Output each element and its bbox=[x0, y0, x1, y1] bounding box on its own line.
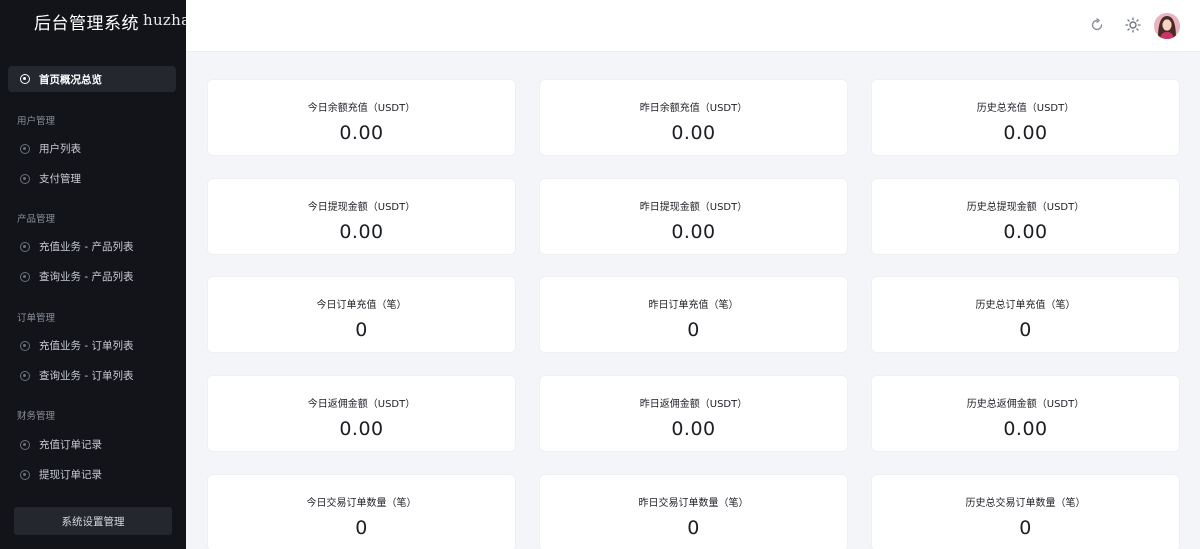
stat-card: 昨日提现金额（USDT） 0.00 bbox=[540, 179, 847, 254]
stat-card: 今日订单充值（笔） 0 bbox=[208, 277, 515, 352]
stat-label: 昨日返佣金额（USDT） bbox=[639, 399, 748, 410]
stat-value: 0.00 bbox=[1003, 221, 1048, 243]
system-settings-button[interactable]: 系统设置管理 bbox=[14, 507, 172, 535]
radio-dot-icon bbox=[20, 370, 30, 381]
stat-label: 历史总提现金额（USDT） bbox=[966, 202, 1085, 213]
stat-label: 历史总充值（USDT） bbox=[976, 103, 1075, 114]
radio-dot-icon bbox=[20, 271, 30, 282]
sidebar-item-recharge-orders[interactable]: 充值业务 - 订单列表 bbox=[20, 338, 133, 353]
stat-value: 0 bbox=[687, 319, 700, 341]
sidebar-item-query-orders[interactable]: 查询业务 - 订单列表 bbox=[20, 368, 133, 383]
radio-dot-icon bbox=[20, 469, 30, 480]
sidebar-item-label: 支付管理 bbox=[39, 173, 81, 185]
stat-card: 昨日余额充值（USDT） 0.00 bbox=[540, 80, 847, 155]
stat-value: 0.00 bbox=[339, 418, 384, 440]
stat-value: 0.00 bbox=[1003, 122, 1048, 144]
stat-card: 今日提现金额（USDT） 0.00 bbox=[208, 179, 515, 254]
stat-value: 0 bbox=[355, 319, 368, 341]
radio-dot-icon bbox=[20, 143, 30, 154]
stat-label: 今日返佣金额（USDT） bbox=[307, 399, 416, 410]
stat-value: 0.00 bbox=[671, 418, 716, 440]
radio-dot-icon bbox=[20, 241, 30, 252]
radio-dot-icon bbox=[20, 340, 30, 351]
stat-card: 昨日交易订单数量（笔） 0 bbox=[540, 475, 847, 549]
stat-value: 0.00 bbox=[1003, 418, 1048, 440]
stat-label: 今日交易订单数量（笔） bbox=[306, 498, 417, 509]
stat-label: 今日提现金额（USDT） bbox=[307, 202, 416, 213]
stat-card: 今日余额充值（USDT） 0.00 bbox=[208, 80, 515, 155]
nav-group-title-finance: 财务管理 bbox=[17, 411, 56, 422]
sidebar-item-recharge-products[interactable]: 充值业务 - 产品列表 bbox=[20, 239, 133, 254]
radio-dot-icon bbox=[20, 173, 30, 184]
sidebar-item-label: 查询业务 - 产品列表 bbox=[39, 271, 134, 283]
stat-value: 0 bbox=[1019, 517, 1032, 539]
stat-label: 昨日交易订单数量（笔） bbox=[638, 498, 749, 509]
sidebar-item-label: 充值订单记录 bbox=[39, 439, 102, 451]
nav-group-title-products: 产品管理 bbox=[17, 214, 56, 225]
sidebar-item-recharge-records[interactable]: 充值订单记录 bbox=[20, 437, 102, 452]
app-title: 后台管理系统 bbox=[34, 14, 139, 34]
sidebar-item-label: 充值业务 - 产品列表 bbox=[39, 241, 134, 253]
stat-label: 历史总交易订单数量（笔） bbox=[965, 498, 1086, 509]
stat-card: 历史总订单充值（笔） 0 bbox=[872, 277, 1179, 352]
stat-label: 历史总返佣金额（USDT） bbox=[966, 399, 1085, 410]
stat-card: 历史总充值（USDT） 0.00 bbox=[872, 80, 1179, 155]
radio-dot-icon bbox=[20, 74, 30, 84]
stat-value: 0.00 bbox=[339, 221, 384, 243]
sidebar-item-dashboard[interactable]: 首页概况总览 bbox=[8, 66, 176, 92]
stat-value: 0 bbox=[1019, 319, 1032, 341]
stat-label: 今日订单充值（笔） bbox=[316, 300, 407, 311]
stat-card: 历史总返佣金额（USDT） 0.00 bbox=[872, 376, 1179, 451]
top-header bbox=[186, 0, 1200, 52]
stat-value: 0 bbox=[355, 517, 368, 539]
stat-value: 0 bbox=[687, 517, 700, 539]
sidebar-item-payment[interactable]: 支付管理 bbox=[20, 171, 81, 186]
stat-value: 0.00 bbox=[671, 221, 716, 243]
stat-card: 历史总交易订单数量（笔） 0 bbox=[872, 475, 1179, 549]
stat-label: 昨日余额充值（USDT） bbox=[639, 103, 748, 114]
sun-icon[interactable] bbox=[1125, 17, 1141, 33]
stat-label: 今日余额充值（USDT） bbox=[307, 103, 416, 114]
stat-label: 昨日提现金额（USDT） bbox=[639, 202, 748, 213]
stat-card: 今日交易订单数量（笔） 0 bbox=[208, 475, 515, 549]
stat-card: 昨日返佣金额（USDT） 0.00 bbox=[540, 376, 847, 451]
sidebar-item-withdraw-records[interactable]: 提现订单记录 bbox=[20, 467, 102, 482]
refresh-icon[interactable] bbox=[1089, 17, 1105, 33]
stat-label: 昨日订单充值（笔） bbox=[648, 300, 739, 311]
stat-card: 历史总提现金额（USDT） 0.00 bbox=[872, 179, 1179, 254]
nav-group-title-users: 用户管理 bbox=[17, 116, 56, 127]
stat-value: 0.00 bbox=[671, 122, 716, 144]
sidebar-item-label: 查询业务 - 订单列表 bbox=[39, 370, 134, 382]
stat-card: 昨日订单充值（笔） 0 bbox=[540, 277, 847, 352]
sidebar-item-label: 首页概况总览 bbox=[39, 73, 102, 86]
nav-group-title-orders: 订单管理 bbox=[17, 313, 56, 324]
sidebar-item-label: 用户列表 bbox=[39, 143, 81, 155]
user-avatar[interactable] bbox=[1154, 13, 1180, 39]
radio-dot-icon bbox=[20, 439, 30, 450]
sidebar-item-user-list[interactable]: 用户列表 bbox=[20, 141, 81, 156]
sidebar: 后台管理系统 huzhan.com/ishop51755 首页概况总览 用户管理… bbox=[0, 0, 334, 549]
stat-card: 今日返佣金额（USDT） 0.00 bbox=[208, 376, 515, 451]
sidebar-item-query-products[interactable]: 查询业务 - 产品列表 bbox=[20, 269, 133, 284]
stat-label: 历史总订单充值（笔） bbox=[975, 300, 1076, 311]
sidebar-item-label: 充值业务 - 订单列表 bbox=[39, 340, 134, 352]
sidebar-item-label: 提现订单记录 bbox=[39, 469, 102, 481]
stat-value: 0.00 bbox=[339, 122, 384, 144]
